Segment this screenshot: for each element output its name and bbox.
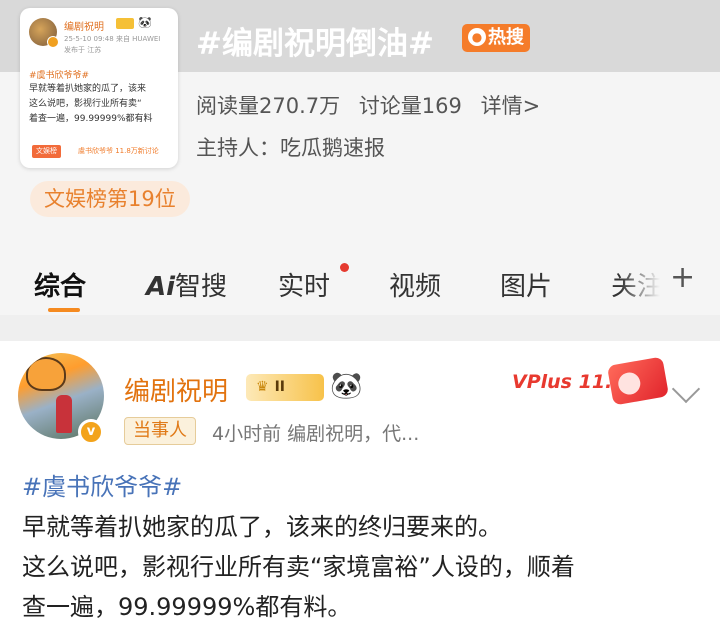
topic-title: #编剧祝明倒油# <box>196 26 434 62</box>
tab-ai-search[interactable]: Ai智搜 <box>146 266 227 303</box>
ai-logo-icon: Ai <box>146 272 176 302</box>
add-tab-icon[interactable]: + <box>670 260 695 295</box>
post-body-line: 这么说吧，影视行业所有卖“家境富裕”人设的，顺着 <box>22 553 575 581</box>
cover-avatar <box>29 18 59 48</box>
topic-header: 编剧祝明 🐼 25-5-10 09:48 来自 HUAWEI 发布于 江苏 #虞… <box>0 0 720 245</box>
crown-icon: ♛ <box>256 379 269 395</box>
discussion-count: 讨论量169 <box>358 94 462 118</box>
cover-meta: 25-5-10 09:48 来自 HUAWEI 发布于 江苏 <box>64 35 161 54</box>
vip-badge[interactable]: ♛ II <box>246 374 324 401</box>
panda-icon: 🐼 <box>330 371 363 401</box>
verified-icon: v <box>78 419 104 445</box>
topic-host[interactable]: 主持人：吃瓜鹅速报 <box>196 132 385 162</box>
cover-vip-badge <box>116 18 134 29</box>
flame-icon: ● <box>468 28 486 46</box>
cover-rank-text: 虞书欣爷爷 11.8万新讨论 <box>78 147 159 155</box>
vplus-promo[interactable]: VPlus 11.11 <box>512 356 672 409</box>
chevron-down-icon[interactable] <box>671 374 701 404</box>
tab-ai-search-label: 智搜 <box>175 272 228 302</box>
hot-badge-label: 热搜 <box>488 27 524 48</box>
section-divider <box>0 315 720 341</box>
post-username[interactable]: 编剧祝明 <box>124 371 228 408</box>
details-link[interactable]: 详情> <box>481 94 541 118</box>
tab-realtime[interactable]: 实时 <box>278 266 330 303</box>
realtime-notification-dot <box>340 263 349 272</box>
vip-level: II <box>274 379 285 395</box>
post-meta: 4小时前 编剧祝明，代... <box>212 423 420 445</box>
cover-username: 编剧祝明 <box>64 22 104 33</box>
tab-images[interactable]: 图片 <box>500 266 552 303</box>
avatar-person <box>56 395 72 433</box>
topic-stats: 阅读量270.7万 讨论量169 详情> <box>196 90 552 120</box>
topic-cover-card[interactable]: 编剧祝明 🐼 25-5-10 09:48 来自 HUAWEI 发布于 江苏 #虞… <box>20 8 178 168</box>
cover-text: 早就等着扒她家的瓜了，该来 这么说吧，影视行业所有卖“ 着查一遍，99.9999… <box>29 84 153 124</box>
role-tag: 当事人 <box>124 417 196 445</box>
red-envelope-icon <box>606 356 670 406</box>
post-card: v 编剧祝明 ♛ II 🐼 VPlus 11.11 当事人 4小时前 编剧祝明，代… <box>0 341 720 622</box>
post-hashtag[interactable]: #虞书欣爷爷# <box>22 467 182 502</box>
cover-panda-icon: 🐼 <box>138 16 152 29</box>
cover-hashtag: #虞书欣爷爷# <box>29 71 90 81</box>
tab-comprehensive[interactable]: 综合 <box>34 266 86 303</box>
tab-video[interactable]: 视频 <box>389 266 441 303</box>
tab-fade-overlay <box>620 260 670 304</box>
tab-bar: 综合 Ai智搜 实时 视频 图片 关注 <box>0 245 720 315</box>
rank-pill[interactable]: 文娱榜第19位 <box>30 181 190 217</box>
cover-rank-badge: 文娱榜 <box>32 145 61 158</box>
active-tab-indicator <box>48 308 80 312</box>
post-body-line: 早就等着扒她家的瓜了，该来的终归要来的。 <box>22 513 502 541</box>
post-body-line: 查一遍，99.99999%都有料。 <box>22 593 352 621</box>
hot-badge: ● 热搜 <box>462 24 530 52</box>
tiger-icon <box>26 357 66 391</box>
read-count: 阅读量270.7万 <box>196 94 341 118</box>
